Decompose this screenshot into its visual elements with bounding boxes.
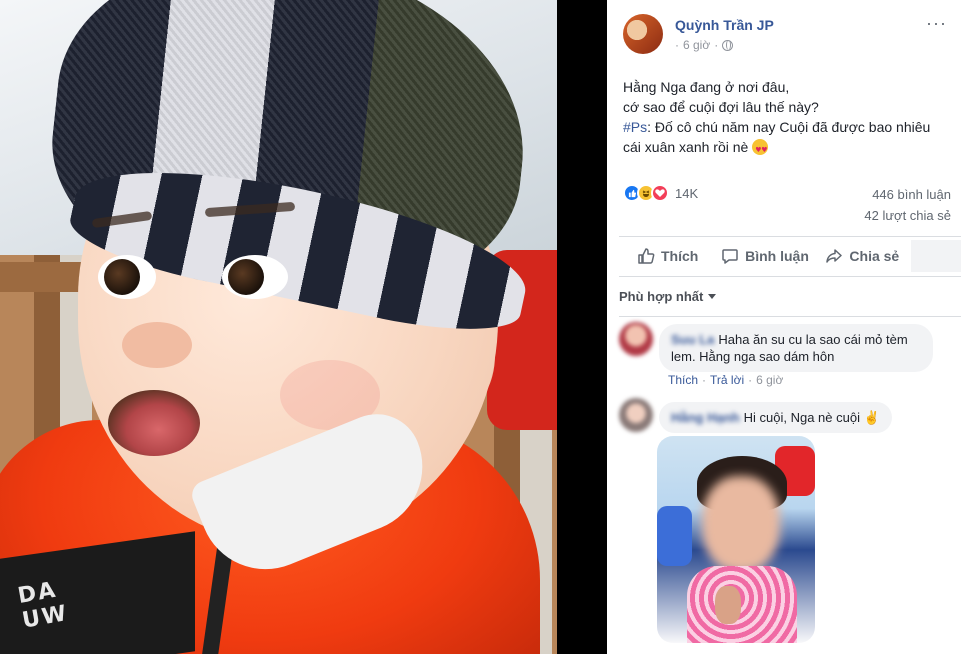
commenter-name[interactable]: Suu La [671,332,714,347]
post-text-line: cái xuân xanh rồi nè [623,137,953,160]
post-time[interactable]: 6 giờ [683,38,710,52]
post-panel: Quỳnh Trần JP · 6 giờ · ··· Hằng Nga đan… [607,0,961,654]
comment-reply-link[interactable]: Trả lời [710,373,744,387]
share-button-label: Chia sẻ [849,248,900,264]
author-name[interactable]: Quỳnh Trần JP [675,17,774,33]
like-button-label: Thích [660,248,699,264]
comment-button[interactable]: Bình luận [716,240,813,272]
post-text-fragment: cái xuân xanh rồi nè [623,139,749,155]
comment-meta: Thích · Trả lời · 6 giờ [668,373,783,387]
globe-icon[interactable] [722,39,734,51]
reaction-summary[interactable]: 14K [623,184,698,202]
share-count-link[interactable]: 42 lượt chia sẻ [864,208,951,223]
heart-eyes-emoji-icon [752,139,769,160]
commenter-avatar[interactable] [619,322,653,356]
bullet: · [675,38,679,52]
author-avatar[interactable] [623,14,663,54]
reaction-count: 14K [675,185,699,201]
post-action-bar: Thích Bình luận Chia sẻ [619,240,961,272]
commenter-avatar[interactable] [619,398,653,432]
post-text-fragment: : Đố cô chú năm nay Cuội đã được bao nhi… [647,119,931,135]
photo-right-eye [222,255,288,299]
divider [619,316,961,317]
post-photo[interactable]: DA UW [0,0,557,654]
bullet: · [702,373,707,387]
post-menu-button[interactable]: ··· [926,13,947,34]
comment-icon [722,249,738,264]
bullet: · [748,373,753,387]
divider [619,236,961,237]
comment-text: Haha ăn su cu la sao cái mỏ tèm [718,332,908,347]
share-button[interactable]: Chia sẻ [814,240,911,272]
love-icon [651,184,669,202]
share-options-area[interactable] [910,240,961,272]
bullet: · [714,38,719,52]
comment-count-link[interactable]: 446 bình luận [872,187,951,202]
comment-like-link[interactable]: Thích [668,373,698,387]
like-button[interactable]: Thích [619,240,716,272]
comment-sort-label: Phù hợp nhất [619,289,704,304]
post-text-line: Hằng Nga đang ở nơi đâu, [623,79,790,95]
post-text-line: #Ps: Đố cô chú năm nay Cuội đã được bao … [623,117,953,137]
post-meta: · 6 giờ · [675,38,734,52]
caret-down-icon [708,294,717,299]
comment-photo[interactable] [657,436,815,643]
comment-text: lem. Hằng nga sao dám hôn [671,349,835,364]
share-icon [826,249,843,263]
comment-text: Hi cuội, Nga nè cuội ✌ [743,410,880,425]
photo-pink-dress [687,566,797,643]
comment-button-label: Bình luận [745,248,809,264]
photo-hand [715,586,741,624]
photo-mouth [108,390,200,456]
comment-sort-dropdown[interactable]: Phù hợp nhất [619,289,717,304]
comment-bubble: Suu La Haha ăn su cu la sao cái mỏ tèm le… [659,324,933,372]
divider [619,276,961,277]
comment-time[interactable]: 6 giờ [756,373,783,387]
photo-blue-toy [657,506,692,566]
photo-blurred-face [702,476,780,572]
photo-left-eye [98,255,156,299]
photo-patch-text: DA UW [16,577,71,634]
commenter-name[interactable]: Hằng Hạnh [671,410,740,425]
comment-bubble: Hằng Hạnh Hi cuội, Nga nè cuội ✌ [659,402,892,433]
hashtag-link[interactable]: #Ps [623,119,647,135]
photo-nose [122,322,192,368]
post-text-line: cớ sao để cuội đợi lâu thế này? [623,99,819,115]
post-text: Hằng Nga đang ở nơi đâu, cớ sao để cuội … [623,77,953,160]
thumbs-up-icon [638,248,655,264]
